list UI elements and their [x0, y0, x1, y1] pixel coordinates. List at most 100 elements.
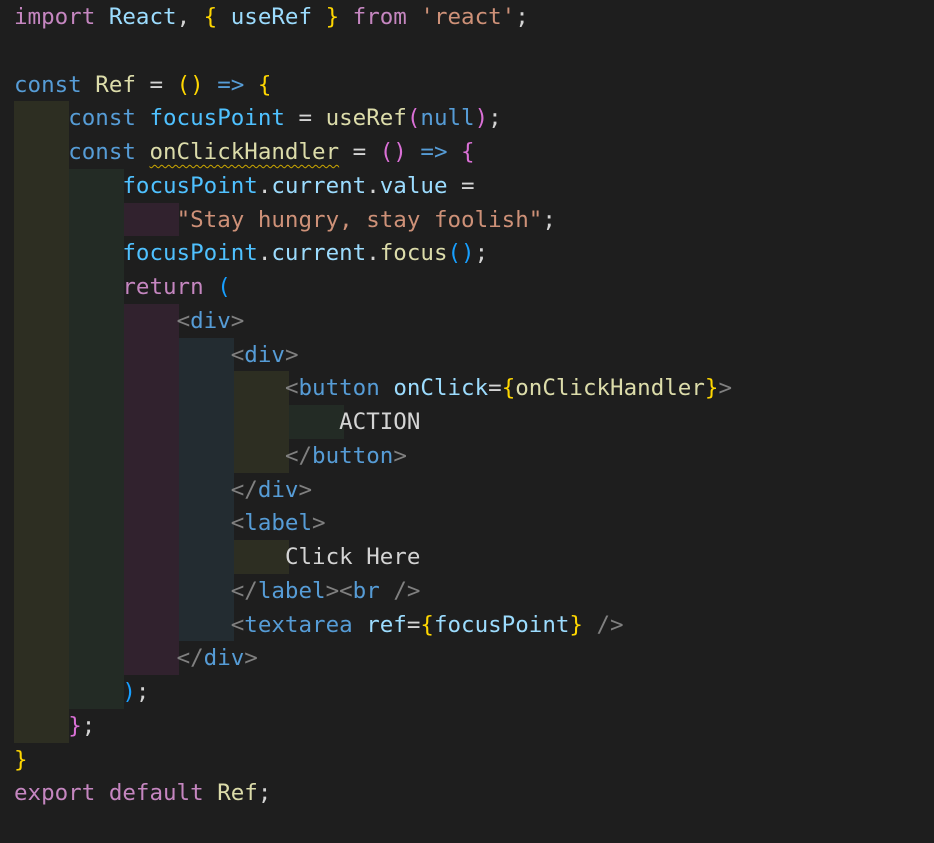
code-token: >: [718, 375, 732, 402]
code-token: br: [352, 577, 380, 604]
code-line[interactable]: <div>: [14, 304, 245, 338]
code-token: "Stay hungry, stay foolish": [176, 206, 543, 233]
code-token: from: [352, 4, 407, 30]
code-token: const: [14, 71, 82, 98]
code-line[interactable]: </label><br />: [14, 574, 421, 608]
code-line[interactable]: import React, { useRef } from 'react';: [14, 0, 529, 34]
code-token: =: [284, 105, 326, 132]
code-token: }: [569, 611, 583, 638]
code-token: ;: [515, 4, 529, 30]
code-token: ,: [176, 4, 204, 30]
code-line[interactable]: <textarea ref={focusPoint} />: [14, 608, 624, 642]
code-token: </: [230, 476, 258, 503]
code-token: onClickHandler: [515, 375, 705, 402]
code-line[interactable]: const onClickHandler = () => {: [14, 135, 474, 169]
code-line[interactable]: </div>: [14, 641, 258, 675]
code-line[interactable]: focusPoint.current.value =: [14, 169, 474, 203]
code-token: label: [244, 510, 313, 537]
code-token: focusPoint: [122, 172, 258, 199]
code-token: (): [447, 240, 475, 267]
code-line[interactable]: </div>: [14, 473, 312, 507]
code-token: return: [122, 274, 204, 300]
code-token: Ref: [217, 780, 258, 807]
code-token: ACTION: [339, 409, 421, 435]
code-line[interactable]: };: [14, 709, 95, 743]
code-token: ): [474, 105, 489, 132]
code-token: ;: [81, 712, 96, 739]
code-token: value: [379, 172, 448, 199]
code-line[interactable]: <div>: [14, 338, 299, 372]
code-token: =: [488, 375, 502, 402]
code-token: .: [366, 172, 380, 199]
code-token: current: [271, 172, 367, 199]
warning-token: onClickHandler: [149, 139, 340, 165]
code-line[interactable]: </button>: [14, 439, 407, 473]
code-token: default: [108, 780, 204, 807]
code-editor[interactable]: import React, { useRef } from 'react'; co…: [0, 0, 934, 843]
code-token: >: [393, 442, 407, 469]
code-token: >: [312, 510, 326, 537]
code-token: ;: [488, 105, 502, 132]
code-token: useRef: [325, 105, 407, 132]
code-token: ;: [474, 240, 489, 267]
code-line[interactable]: "Stay hungry, stay foolish";: [14, 203, 556, 237]
code-line[interactable]: return (: [14, 270, 230, 304]
code-line[interactable]: <label>: [14, 506, 326, 540]
code-token: button: [312, 442, 394, 469]
code-token: export: [14, 780, 96, 807]
code-line[interactable]: const focusPoint = useRef(null);: [14, 101, 502, 135]
code-token: {: [420, 611, 434, 638]
code-token: ;: [257, 780, 272, 807]
code-token: label: [257, 577, 326, 604]
code-token: focusPoint: [122, 240, 258, 267]
code-token: <: [230, 510, 245, 537]
code-token: {: [257, 71, 272, 98]
code-token: >: [230, 307, 245, 334]
code-line[interactable]: <button onClick={onClickHandler}>: [14, 371, 732, 405]
code-token: <: [230, 341, 245, 368]
code-token: div: [257, 476, 299, 503]
code-line[interactable]: }: [14, 743, 28, 777]
code-token: </: [230, 577, 258, 604]
code-line[interactable]: ACTION: [14, 405, 420, 439]
code-line[interactable]: const Ref = () => {: [14, 68, 271, 102]
code-token: Ref: [95, 71, 136, 98]
code-line[interactable]: focusPoint.current.focus();: [14, 236, 488, 270]
code-token: =: [406, 611, 421, 638]
code-token: />: [393, 577, 421, 604]
code-token: >: [284, 341, 299, 368]
code-token: (): [176, 71, 204, 98]
code-token: 'react': [420, 4, 516, 30]
code-token: div: [203, 645, 245, 672]
code-token: <: [284, 375, 299, 402]
code-token: =: [339, 139, 380, 165]
code-line[interactable]: );: [14, 675, 149, 709]
code-token: <: [230, 611, 245, 638]
code-token: focusPoint: [149, 105, 285, 132]
code-line[interactable]: Click Here: [14, 540, 420, 574]
code-line[interactable]: export default Ref;: [14, 776, 271, 810]
code-token: >: [325, 577, 340, 604]
